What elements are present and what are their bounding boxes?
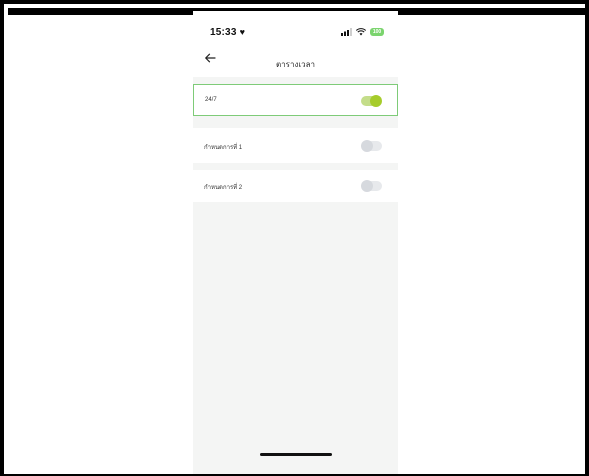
home-indicator [260, 453, 332, 456]
status-time-text: 15:33 [210, 27, 237, 38]
schedule-row-1[interactable]: กำหนดการที่ 1 [193, 128, 398, 163]
schedule-label: กำหนดการที่ 2 [204, 185, 243, 191]
schedule-list: 24/7 กำหนดการที่ 1 กำหนดการที่ 2 [193, 77, 398, 474]
app-header: ตารางเวลา [193, 43, 398, 77]
toggle-knob [361, 180, 373, 192]
heart-icon: ♥ [239, 27, 246, 37]
status-icons: 100 [341, 26, 384, 38]
status-time: 15:33 ♥ [210, 27, 245, 38]
schedule-label: กำหนดการที่ 1 [204, 145, 243, 151]
schedule-row-2[interactable]: กำหนดการที่ 2 [193, 170, 398, 202]
schedule-label: 24/7 [205, 97, 217, 103]
schedule-row-24-7[interactable]: 24/7 [193, 84, 398, 116]
status-bar: 15:33 ♥ 100 [193, 11, 398, 43]
schedule-toggle[interactable] [361, 95, 382, 107]
toggle-knob [370, 95, 382, 107]
schedule-toggle[interactable] [361, 180, 382, 192]
schedule-toggle[interactable] [361, 140, 382, 152]
page-title: ตารางเวลา [275, 60, 315, 69]
wifi-icon [356, 28, 366, 36]
cellular-signal-icon [341, 28, 352, 36]
battery-icon: 100 [370, 28, 384, 36]
phone-screen: 15:33 ♥ 100 ตารางเวลา 24/7 กำหนดการที่ 1… [193, 11, 398, 474]
toggle-knob [361, 140, 373, 152]
